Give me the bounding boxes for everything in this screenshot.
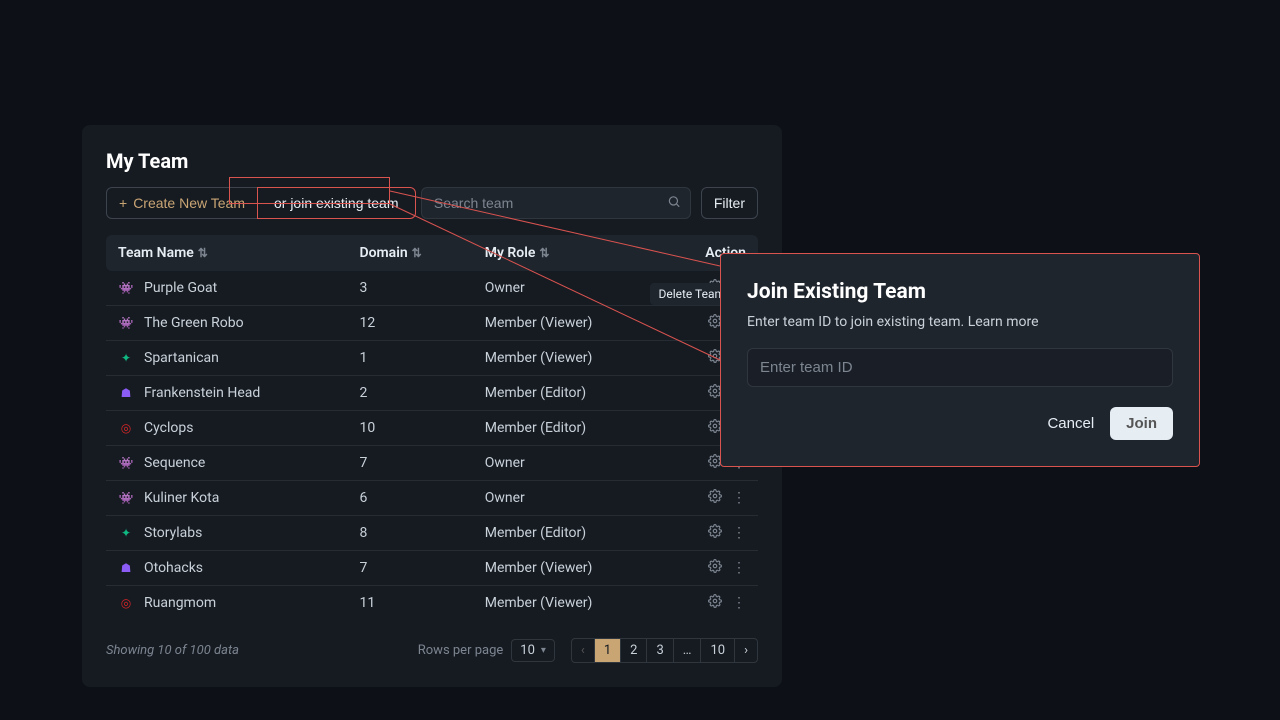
sort-icon: ⇅	[412, 246, 422, 260]
page-button[interactable]: 2	[621, 639, 647, 662]
gear-icon[interactable]	[708, 559, 722, 577]
create-team-label: Create New Team	[133, 195, 245, 211]
page-button[interactable]: 1	[595, 639, 621, 662]
table-row[interactable]: ✦ Storylabs 8Member (Editor) ⋮	[106, 516, 758, 551]
kebab-icon[interactable]: ⋮	[732, 595, 746, 611]
team-name: Frankenstein Head	[144, 385, 260, 401]
team-role: Member (Viewer)	[473, 586, 664, 621]
col-domain[interactable]: Domain⇅	[347, 235, 472, 271]
search-input[interactable]	[421, 187, 691, 219]
team-role: Owner	[473, 446, 664, 481]
team-domain: 2	[347, 376, 472, 411]
page-button[interactable]: 3	[647, 639, 673, 662]
team-name: Ruangmom	[144, 595, 216, 611]
team-icon: ◎	[118, 595, 134, 611]
kebab-icon[interactable]: ⋮	[732, 490, 746, 506]
filter-label: Filter	[714, 195, 745, 211]
showing-info: Showing 10 of 100 data	[106, 643, 239, 658]
page-prev[interactable]: ‹	[572, 639, 595, 662]
gear-icon[interactable]	[708, 594, 722, 612]
team-name: Storylabs	[144, 525, 202, 541]
plus-icon: +	[119, 195, 127, 211]
team-id-input[interactable]	[747, 348, 1173, 387]
cancel-button[interactable]: Cancel	[1047, 415, 1094, 432]
team-role: Member (Editor)	[473, 516, 664, 551]
team-icon: ☗	[118, 385, 134, 401]
team-domain: 8	[347, 516, 472, 551]
join-team-label: or join existing team	[274, 195, 399, 211]
team-icon: 👾	[118, 315, 134, 331]
team-role: Owner	[473, 271, 664, 306]
team-name: Sequence	[144, 455, 205, 471]
team-name: Kuliner Kota	[144, 490, 219, 506]
page-title: My Team	[106, 149, 758, 173]
filter-button[interactable]: Filter	[701, 187, 758, 219]
team-name: Spartanican	[144, 350, 219, 366]
team-role: Member (Viewer)	[473, 306, 664, 341]
page-button[interactable]: 10	[701, 639, 735, 662]
team-domain: 3	[347, 271, 472, 306]
team-icon: ✦	[118, 350, 134, 366]
modal-description: Enter team ID to join existing team. Lea…	[747, 314, 1173, 330]
modal-title: Join Existing Team	[747, 280, 1173, 304]
page-next[interactable]: ›	[735, 639, 757, 662]
join-team-modal: Join Existing Team Enter team ID to join…	[720, 253, 1200, 467]
join-team-link[interactable]: or join existing team	[257, 187, 416, 219]
col-role[interactable]: My Role⇅	[473, 235, 664, 271]
rows-per-page-select[interactable]: 10 ▾	[511, 639, 555, 662]
teams-panel: My Team + Create New Team or join existi…	[82, 125, 782, 687]
search-icon	[667, 194, 681, 213]
team-icon: ◎	[118, 420, 134, 436]
table-row[interactable]: ☗ Otohacks 7Member (Viewer) ⋮	[106, 551, 758, 586]
table-row[interactable]: ✦Spartanican1Member (Viewer)⋮	[106, 341, 758, 376]
kebab-icon[interactable]: ⋮	[732, 525, 746, 541]
team-icon: 👾	[118, 455, 134, 471]
team-name: The Green Robo	[144, 315, 244, 331]
table-row[interactable]: 👾 Kuliner Kota 6Owner ⋮	[106, 481, 758, 516]
modal-actions: Cancel Join	[747, 407, 1173, 440]
team-icon: ✦	[118, 525, 134, 541]
chevron-down-icon: ▾	[541, 645, 546, 656]
rows-value: 10	[520, 643, 535, 658]
search-wrap	[421, 187, 691, 219]
table-row[interactable]: ◎ Ruangmom 11Member (Viewer) ⋮	[106, 586, 758, 621]
team-role: Owner	[473, 481, 664, 516]
join-button[interactable]: Join	[1110, 407, 1173, 440]
team-domain: 11	[347, 586, 472, 621]
team-role: Member (Viewer)	[473, 551, 664, 586]
col-name[interactable]: Team Name⇅	[106, 235, 347, 271]
gear-icon[interactable]	[708, 489, 722, 507]
team-name: Cyclops	[144, 420, 193, 436]
pagination: ‹123…10›	[571, 638, 758, 663]
team-icon: ☗	[118, 560, 134, 576]
team-domain: 10	[347, 411, 472, 446]
table-row[interactable]: ☗Frankenstein Head2Member (Editor)⋮	[106, 376, 758, 411]
table-row[interactable]: 👾The Green Robo12Member (Viewer)⋮	[106, 306, 758, 341]
table-row[interactable]: 👾Sequence7Owner⋮	[106, 446, 758, 481]
rows-per-page-label: Rows per page	[418, 643, 504, 658]
toolbar: + Create New Team or join existing team …	[106, 187, 758, 219]
sort-icon: ⇅	[539, 246, 549, 260]
team-role: Member (Editor)	[473, 376, 664, 411]
team-icon: 👾	[118, 280, 134, 296]
team-name: Otohacks	[144, 560, 203, 576]
team-domain: 7	[347, 446, 472, 481]
create-team-button[interactable]: + Create New Team	[106, 187, 258, 219]
table-row[interactable]: ◎Cyclops10Member (Editor)⋮	[106, 411, 758, 446]
team-name: Purple Goat	[144, 280, 217, 296]
team-domain: 12	[347, 306, 472, 341]
team-domain: 1	[347, 341, 472, 376]
team-role: Member (Editor)	[473, 411, 664, 446]
sort-icon: ⇅	[198, 246, 208, 260]
team-domain: 7	[347, 551, 472, 586]
team-domain: 6	[347, 481, 472, 516]
kebab-icon[interactable]: ⋮	[732, 560, 746, 576]
table-footer: Showing 10 of 100 data Rows per page 10 …	[106, 638, 758, 663]
gear-icon[interactable]	[708, 524, 722, 542]
page-button: …	[674, 639, 702, 662]
team-icon: 👾	[118, 490, 134, 506]
team-role: Member (Viewer)	[473, 341, 664, 376]
